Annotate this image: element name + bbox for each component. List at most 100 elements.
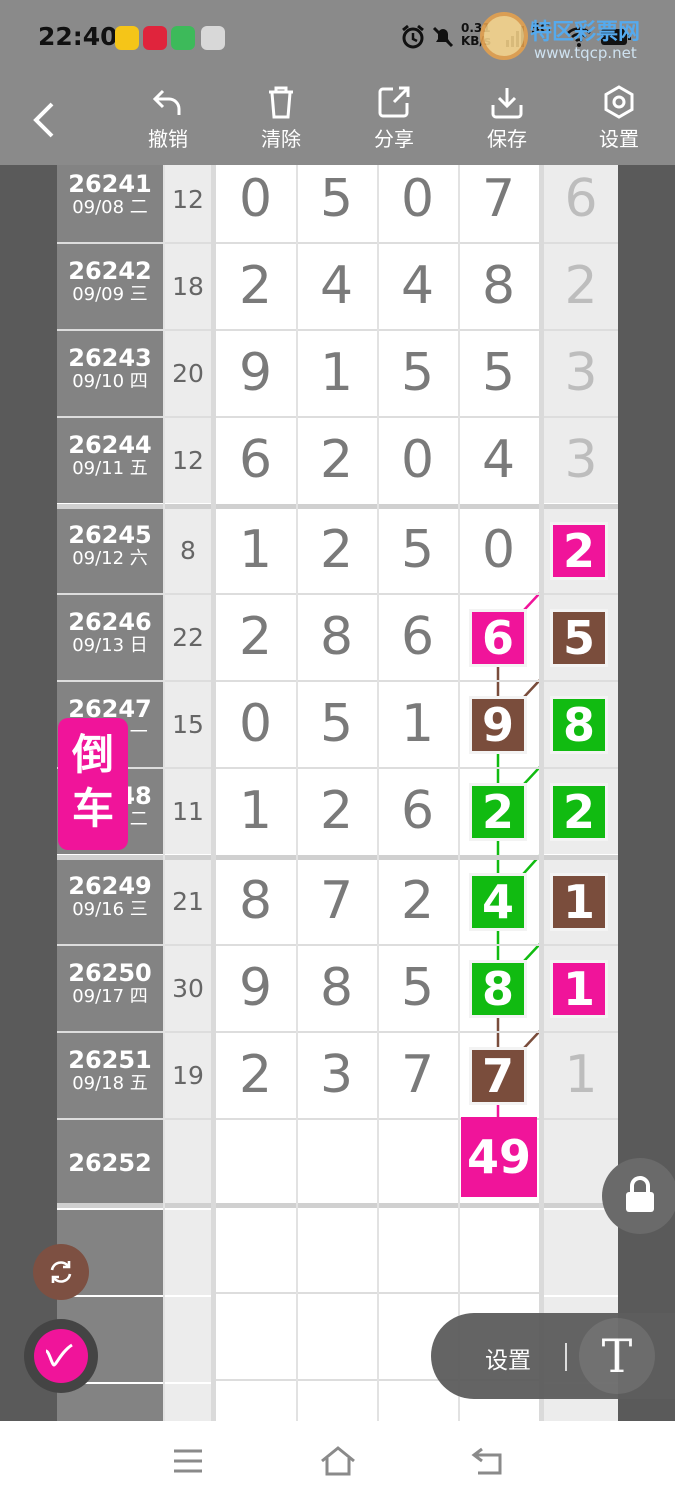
digit-cell[interactable]: 0 (215, 682, 296, 767)
grid-row-divider (57, 680, 618, 682)
digit-cell[interactable]: 9 (215, 331, 296, 416)
highlight-badge[interactable]: 2 (553, 525, 605, 577)
lottery-chart-grid[interactable]: 26241 09/08 二 12 0 5 0 7 6 26242 09/09 三 18 2 4 4 8 2 26… (57, 165, 618, 1421)
highlight-badge[interactable]: 6 (472, 612, 524, 664)
pill-divider (565, 1343, 567, 1371)
digit-cell[interactable]: 8 (296, 946, 377, 1031)
digit-cell[interactable] (377, 1120, 458, 1205)
highlight-badge[interactable]: 8 (472, 963, 524, 1015)
digit-cell[interactable]: 5 (377, 331, 458, 416)
digit-cell[interactable] (296, 1120, 377, 1205)
issue-number: 26246 (68, 608, 152, 636)
prediction-badge[interactable]: 49 (461, 1117, 537, 1197)
sum-cell: 19 (165, 1033, 211, 1118)
highlight-badge[interactable]: 1 (553, 876, 605, 928)
digit-cell[interactable]: 4 (458, 418, 539, 503)
issue-date: 09/09 三 (72, 284, 148, 305)
digit-cell[interactable]: 1 (296, 331, 377, 416)
back-icon[interactable] (468, 1443, 508, 1479)
highlight-badge[interactable]: 5 (553, 612, 605, 664)
digit-cell[interactable]: 1 (377, 682, 458, 767)
watermark: 特区彩票网 www.tqcp.net (478, 12, 668, 68)
digit-cell[interactable]: 2 (296, 418, 377, 503)
system-nav-bar (0, 1421, 675, 1500)
digit-cell[interactable]: 7 (458, 165, 539, 242)
grid-column-divider (296, 165, 298, 1421)
digit-cell[interactable]: 5 (377, 946, 458, 1031)
digit-cell[interactable]: 8 (458, 244, 539, 329)
table-row: 26242 09/09 三 18 2 4 4 8 2 (57, 244, 618, 331)
issue-date: 09/17 四 (72, 986, 148, 1007)
digit-cell[interactable]: 5 (296, 682, 377, 767)
last-digit-cell[interactable]: 3 (544, 418, 618, 503)
highlight-badge[interactable]: 8 (553, 699, 605, 751)
highlight-badge[interactable]: 2 (553, 786, 605, 838)
settings-label: 设置 (599, 127, 639, 151)
menu-icon[interactable] (168, 1443, 208, 1479)
digit-cell[interactable]: 6 (215, 418, 296, 503)
digit-cell[interactable]: 2 (215, 244, 296, 329)
digit-cell[interactable]: 2 (215, 595, 296, 680)
issue-number: 26241 (68, 170, 152, 198)
digit-cell[interactable]: 5 (458, 331, 539, 416)
back-arrow-icon[interactable] (30, 100, 60, 140)
digit-cell[interactable]: 2 (215, 1033, 296, 1118)
table-row: 26241 09/08 二 12 0 5 0 7 6 (57, 165, 618, 244)
digit-cell[interactable]: 1 (215, 508, 296, 593)
digit-cell[interactable]: 6 (377, 769, 458, 854)
issue-cell: 26244 09/11 五 (57, 418, 163, 503)
status-bar: 22:40 0.31 KB/s 5G 特区彩票网 www.tqcp.net (0, 0, 675, 75)
digit-cell[interactable] (215, 1120, 296, 1205)
digit-cell[interactable]: 0 (458, 508, 539, 593)
pill-settings-button[interactable]: 设置 (485, 1341, 531, 1375)
highlight-badge[interactable]: 7 (472, 1050, 524, 1102)
digit-cell[interactable]: 0 (377, 418, 458, 503)
digit-cell[interactable]: 5 (296, 165, 377, 242)
issue-number: 26250 (68, 959, 152, 987)
home-icon[interactable] (318, 1443, 358, 1479)
table-row: 2624909/16 三2187241 (57, 859, 618, 946)
reverse-button[interactable]: 倒 车 (58, 718, 128, 850)
digit-cell[interactable]: 2 (377, 859, 458, 944)
text-tool-button[interactable]: T (579, 1318, 655, 1394)
lock-button[interactable] (602, 1158, 675, 1234)
last-digit-cell[interactable]: 3 (544, 331, 618, 416)
issue-date: 09/16 三 (72, 899, 148, 920)
save-button[interactable]: 保存 (467, 85, 547, 160)
digit-cell[interactable]: 2 (296, 508, 377, 593)
digit-cell[interactable]: 7 (377, 1033, 458, 1118)
digit-cell[interactable]: 1 (215, 769, 296, 854)
highlight-badge[interactable]: 2 (472, 786, 524, 838)
digit-cell[interactable]: 6 (377, 595, 458, 680)
highlight-badge[interactable]: 4 (472, 876, 524, 928)
issue-date: 09/12 六 (72, 548, 148, 569)
clear-button[interactable]: 清除 (241, 85, 321, 160)
clear-label: 清除 (261, 127, 301, 151)
undo-button[interactable]: 撤销 (128, 85, 208, 160)
digit-cell[interactable]: 8 (296, 595, 377, 680)
digit-cell[interactable]: 5 (377, 508, 458, 593)
last-digit-cell[interactable]: 6 (544, 165, 618, 242)
digit-cell[interactable]: 9 (215, 946, 296, 1031)
highlight-badge[interactable]: 1 (553, 963, 605, 1015)
digit-cell[interactable]: 0 (377, 165, 458, 242)
digit-cell[interactable]: 8 (215, 859, 296, 944)
highlight-badge[interactable]: 9 (472, 699, 524, 751)
digit-cell[interactable]: 4 (377, 244, 458, 329)
pen-button[interactable] (24, 1319, 98, 1393)
digit-cell[interactable]: 3 (296, 1033, 377, 1118)
refresh-button[interactable] (33, 1244, 89, 1300)
reverse-label-2: 车 (71, 784, 114, 833)
reverse-label-1: 倒 (71, 730, 114, 779)
last-digit-cell[interactable]: 2 (544, 244, 618, 329)
settings-button[interactable]: 设置 (579, 85, 659, 160)
share-button[interactable]: 分享 (354, 85, 434, 160)
table-row: 2625109/18 五1923771 (57, 1033, 618, 1120)
digit-cell[interactable]: 2 (296, 769, 377, 854)
notification-app-icon (171, 26, 195, 50)
last-digit-cell[interactable]: 1 (544, 1033, 618, 1118)
digit-cell[interactable]: 7 (296, 859, 377, 944)
digit-cell[interactable]: 4 (296, 244, 377, 329)
issue-number: 26252 (68, 1149, 152, 1177)
digit-cell[interactable]: 0 (215, 165, 296, 242)
